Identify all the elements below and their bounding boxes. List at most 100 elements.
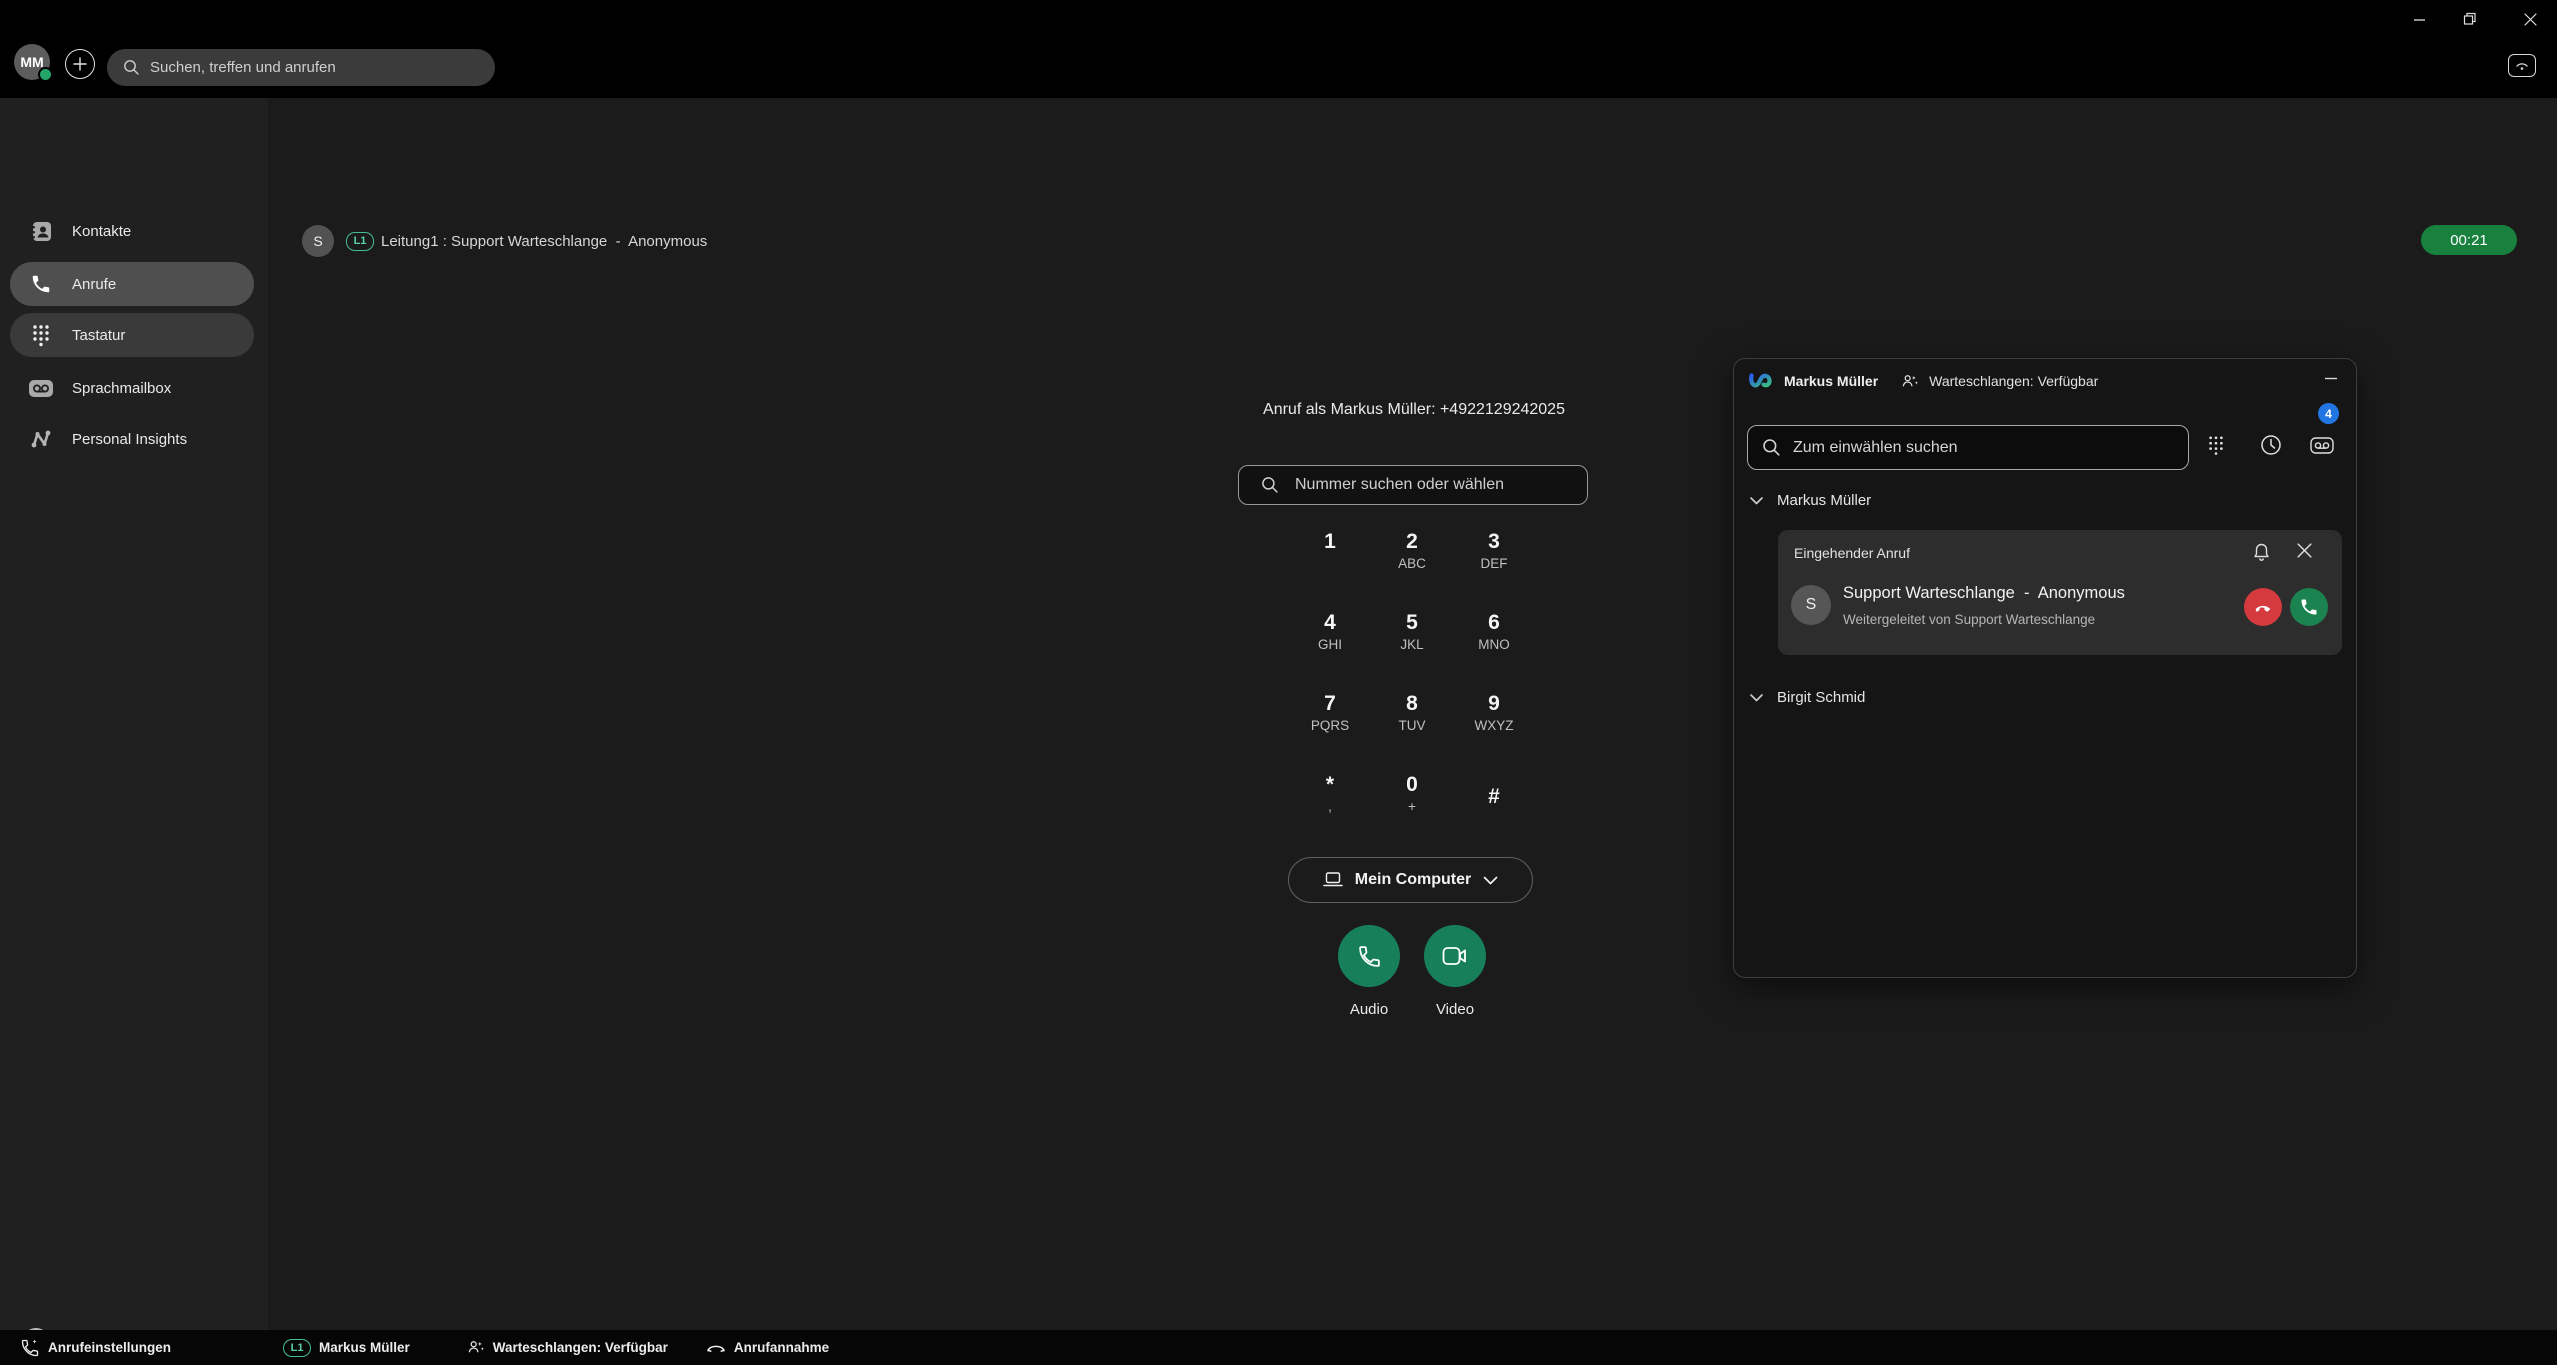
clock-icon xyxy=(2260,434,2282,456)
dialpad-icon xyxy=(2207,434,2225,456)
call-avatar: S xyxy=(302,225,334,257)
webex-logo xyxy=(1748,369,1774,393)
audio-call-button[interactable] xyxy=(1338,925,1400,987)
dialpad-key-6[interactable]: 6MNO xyxy=(1453,609,1535,690)
panel-history-button[interactable] xyxy=(2260,434,2282,461)
caller-avatar: S xyxy=(1791,585,1831,625)
minimize-icon xyxy=(2413,13,2426,26)
panel-section-markus-mueller[interactable]: Markus Müller xyxy=(1750,492,1871,509)
sidebar-item-personal-insights[interactable]: Personal Insights xyxy=(10,417,254,461)
key-letters: PQRS xyxy=(1311,716,1349,735)
line-badge: L1 xyxy=(283,1339,311,1357)
sidebar-item-anrufe[interactable]: Anrufe xyxy=(10,262,254,306)
search-icon xyxy=(123,59,140,76)
dialpad-key-1[interactable]: 1 xyxy=(1289,528,1371,609)
call-settings-label: Anrufeinstellungen xyxy=(48,1340,171,1355)
close-icon xyxy=(2297,543,2312,558)
key-digit: 4 xyxy=(1324,611,1336,635)
global-search[interactable] xyxy=(107,49,495,86)
call-timer: 00:21 xyxy=(2421,225,2517,255)
window-close-button[interactable] xyxy=(2515,6,2545,32)
queues-status-button[interactable]: Warteschlangen: Verfügbar xyxy=(468,1339,668,1356)
incoming-call-card[interactable]: Eingehender Anruf S Support Warteschlang… xyxy=(1778,530,2342,655)
handset-icon xyxy=(706,1341,726,1354)
active-line-indicator[interactable]: L1 Markus Müller xyxy=(283,1339,410,1357)
panel-search[interactable] xyxy=(1747,425,2189,470)
audio-button-label: Audio xyxy=(1329,1001,1409,1018)
accept-phone-icon xyxy=(2299,597,2319,617)
section-label: Markus Müller xyxy=(1777,492,1871,509)
queue-panel[interactable]: Markus Müller Warteschlangen: Verfügbar … xyxy=(1733,358,2357,978)
panel-search-input[interactable] xyxy=(1793,439,2153,457)
sidebar-item-label: Sprachmailbox xyxy=(72,380,171,397)
dialpad-icon xyxy=(28,323,54,347)
dial-search[interactable] xyxy=(1238,465,1588,505)
key-letters: ABC xyxy=(1398,554,1426,573)
key-letters: MNO xyxy=(1478,635,1510,654)
panel-voicemail-button[interactable] xyxy=(2310,437,2334,459)
dialpad-key-0[interactable]: 0+ xyxy=(1371,771,1453,852)
dialpad-key-hash[interactable]: # xyxy=(1453,771,1535,852)
dialpad-key-4[interactable]: 4GHI xyxy=(1289,609,1371,690)
dialpad: 1 2ABC 3DEF 4GHI 5JKL 6MNO 7PQRS 8TUV 9W… xyxy=(1289,528,1535,852)
queues-status-label: Warteschlangen: Verfügbar xyxy=(493,1340,668,1355)
panel-minimize-button[interactable] xyxy=(2324,369,2338,390)
dismiss-call-button[interactable] xyxy=(2297,543,2312,563)
key-digit: 3 xyxy=(1488,530,1500,554)
dialpad-key-8[interactable]: 8TUV xyxy=(1371,690,1453,771)
status-bar: Anrufeinstellungen L1 Markus Müller Wart… xyxy=(0,1330,2557,1365)
connect-to-device-icon xyxy=(2514,60,2530,72)
panel-dialpad-button[interactable] xyxy=(2207,434,2225,461)
key-letters: DEF xyxy=(1481,554,1508,573)
sidebar-item-label: Personal Insights xyxy=(72,431,187,448)
key-digit: # xyxy=(1488,785,1500,809)
top-bar: MM xyxy=(0,0,2557,98)
personal-insights-icon xyxy=(28,428,54,450)
panel-section-birgit-schmid[interactable]: Birgit Schmid xyxy=(1750,689,1865,706)
dialpad-key-2[interactable]: 2ABC xyxy=(1371,528,1453,609)
queues-icon xyxy=(468,1339,485,1356)
call-pickup-button[interactable]: Anrufannahme xyxy=(706,1340,829,1355)
key-letters: , xyxy=(1328,797,1332,816)
chevron-down-icon xyxy=(1750,497,1763,505)
dialpad-key-9[interactable]: 9WXYZ xyxy=(1453,690,1535,771)
sidebar-item-label: Kontakte xyxy=(72,223,131,240)
video-call-button[interactable] xyxy=(1424,925,1486,987)
video-button-label: Video xyxy=(1415,1001,1495,1018)
dialpad-key-5[interactable]: 5JKL xyxy=(1371,609,1453,690)
dialpad-key-7[interactable]: 7PQRS xyxy=(1289,690,1371,771)
connect-to-device-button[interactable] xyxy=(2508,54,2536,77)
restore-icon xyxy=(2463,12,2477,26)
call-settings-button[interactable]: Anrufeinstellungen xyxy=(20,1338,171,1358)
laptop-icon xyxy=(1323,872,1343,888)
dialpad-key-star[interactable]: *, xyxy=(1289,771,1371,852)
key-letters: + xyxy=(1408,797,1416,816)
global-search-input[interactable] xyxy=(150,59,470,76)
app-window: MM Kontakte xyxy=(0,0,2557,1365)
active-call-banner[interactable]: S L1 Leitung1 : Support Warteschlange - … xyxy=(302,224,2537,258)
line-badge: L1 xyxy=(346,232,374,251)
voicemail-count-badge: 4 xyxy=(2318,403,2339,424)
audio-device-selector[interactable]: Mein Computer xyxy=(1288,857,1533,903)
sidebar-item-tastatur[interactable]: Tastatur xyxy=(10,313,254,357)
decline-call-button[interactable] xyxy=(2244,588,2282,626)
add-button[interactable] xyxy=(65,49,95,79)
accept-call-button[interactable] xyxy=(2290,588,2328,626)
incoming-call-label: Eingehender Anruf xyxy=(1794,545,1910,561)
sidebar-item-kontakte[interactable]: Kontakte xyxy=(10,209,254,253)
key-digit: 7 xyxy=(1324,692,1336,716)
key-digit: 5 xyxy=(1406,611,1418,635)
close-icon xyxy=(2524,13,2537,26)
key-letters: GHI xyxy=(1318,635,1342,654)
mute-ring-button[interactable] xyxy=(2253,543,2270,567)
queue-panel-header[interactable]: Markus Müller Warteschlangen: Verfügbar xyxy=(1734,359,2356,403)
presence-status-dot xyxy=(38,67,53,82)
sidebar-item-label: Anrufe xyxy=(72,276,116,293)
device-selector-label: Mein Computer xyxy=(1355,871,1471,889)
window-restore-button[interactable] xyxy=(2455,6,2485,32)
dial-search-input[interactable] xyxy=(1295,476,1565,494)
sidebar-item-sprachmailbox[interactable]: Sprachmailbox xyxy=(10,366,254,410)
avatar[interactable]: MM xyxy=(14,44,50,80)
dialpad-key-3[interactable]: 3DEF xyxy=(1453,528,1535,609)
window-minimize-button[interactable] xyxy=(2404,6,2434,32)
